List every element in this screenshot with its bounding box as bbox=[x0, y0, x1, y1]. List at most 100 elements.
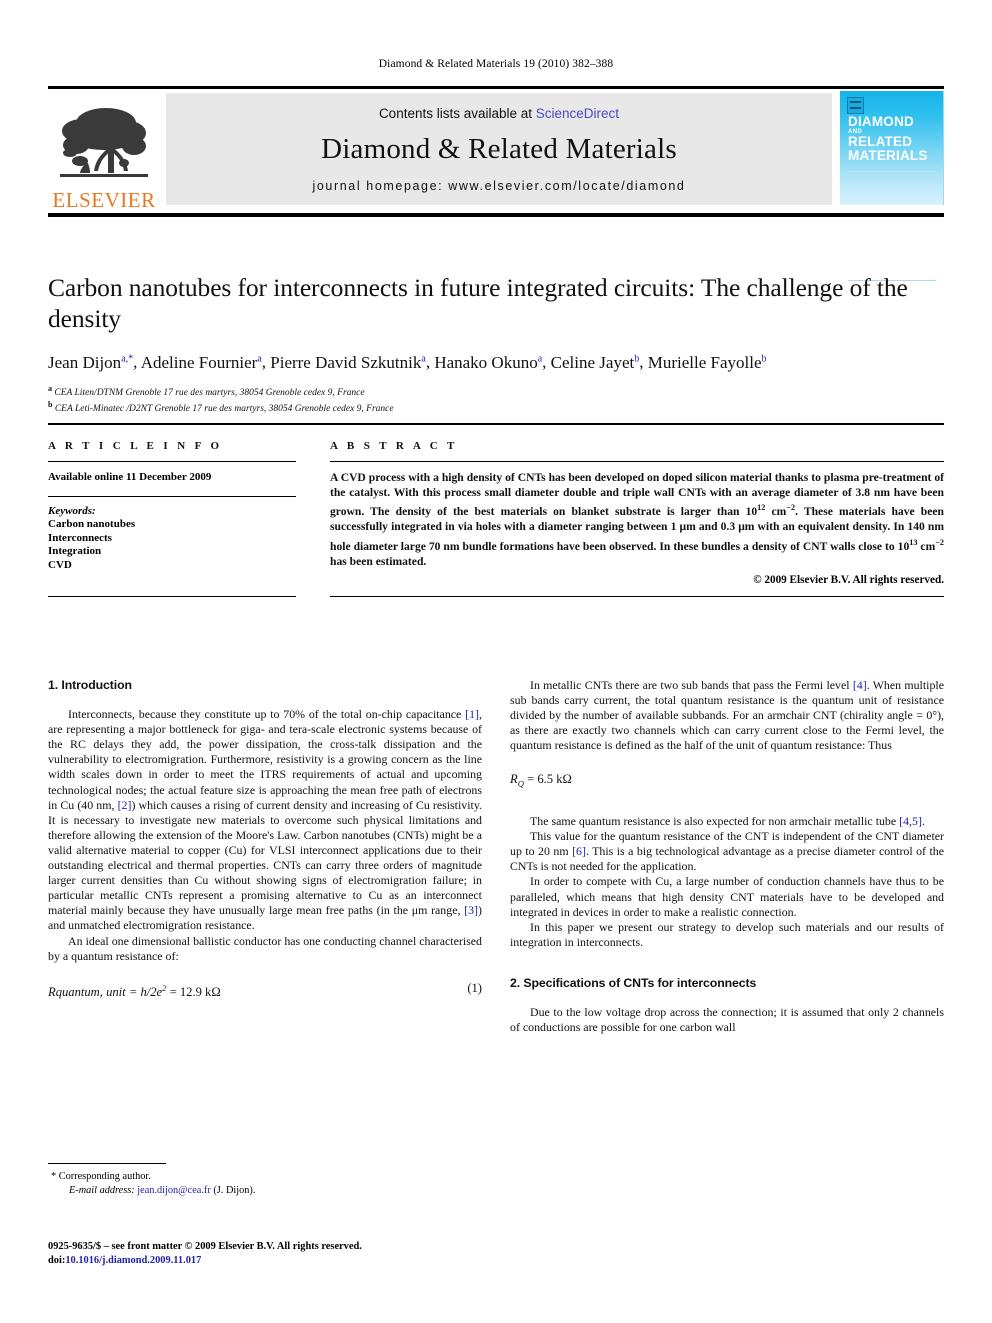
abstract-copyright: © 2009 Elsevier B.V. All rights reserved… bbox=[753, 573, 944, 586]
issn-line: 0925-9635/$ – see front matter © 2009 El… bbox=[48, 1241, 362, 1252]
paragraph-text: , are representing a major bottleneck fo… bbox=[48, 707, 482, 812]
cover-title: DIAMOND AND RELATED MATERIALS bbox=[848, 113, 928, 163]
journal-masthead: ELSEVIER Contents lists available at Sci… bbox=[48, 86, 944, 281]
affiliation-item: a CEA Liten/DTNM Grenoble 17 rue des mar… bbox=[48, 383, 944, 400]
cover-divider-top bbox=[848, 170, 936, 172]
article-info-heading: A R T I C L E I N F O bbox=[48, 440, 223, 452]
paragraph: Due to the low voltage drop across the c… bbox=[510, 1005, 944, 1035]
keywords-divider bbox=[48, 496, 296, 497]
elsevier-tree-icon bbox=[60, 107, 148, 177]
affiliation-text: CEA Leti-Minatec /D2NT Grenoble 17 rue d… bbox=[54, 404, 394, 415]
article-info-bottom-rule bbox=[48, 596, 296, 597]
paragraph-text: ) which causes a rising of current densi… bbox=[48, 797, 482, 918]
paragraph: An ideal one dimensional ballistic condu… bbox=[48, 933, 482, 963]
citation-ref[interactable]: [4,5] bbox=[899, 814, 922, 828]
paragraph: This value for the quantum resistance of… bbox=[510, 829, 944, 874]
affiliation-item: b CEA Leti-Minatec /D2NT Grenoble 17 rue… bbox=[48, 399, 944, 416]
equation-2: RQ = 6.5 kΩ bbox=[510, 772, 944, 792]
email-link[interactable]: jean.dijon@cea.fr bbox=[137, 1185, 211, 1196]
abstract-text: A CVD process with a high density of CNT… bbox=[330, 470, 944, 569]
footnote-block: * Corresponding author. E-mail address: … bbox=[48, 1163, 482, 1197]
abstract-heading: A B S T R A C T bbox=[330, 440, 458, 452]
equation-1: Rquantum, unit = h/2e2 = 12.9 kΩ (1) bbox=[48, 981, 482, 1000]
abstract-divider bbox=[330, 461, 944, 462]
elsevier-logo: ELSEVIER bbox=[48, 89, 160, 211]
section-heading-specifications: 2. Specifications of CNTs for interconne… bbox=[510, 975, 757, 990]
contents-available-line: Contents lists available at ScienceDirec… bbox=[379, 106, 619, 121]
footnote-rule bbox=[48, 1163, 166, 1164]
page-title: Carbon nanotubes for interconnects in fu… bbox=[48, 273, 908, 333]
journal-title: Diamond & Related Materials bbox=[321, 133, 677, 165]
section-heading-introduction: 1. Introduction bbox=[48, 678, 132, 692]
paragraph-text: Interconnects, because they constitute u… bbox=[68, 707, 466, 722]
affiliation-mark: b bbox=[48, 400, 53, 410]
article-page: Diamond & Related Materials 19 (2010) 38… bbox=[0, 0, 992, 1323]
affiliations: a CEA Liten/DTNM Grenoble 17 rue des mar… bbox=[48, 383, 944, 416]
elsevier-wordmark: ELSEVIER bbox=[52, 187, 156, 212]
info-top-rule bbox=[48, 423, 944, 425]
paragraph: Interconnects, because they constitute u… bbox=[48, 707, 482, 933]
abstract-density-2: 1013 cm−2 bbox=[897, 537, 945, 553]
running-head: Diamond & Related Materials 19 (2010) 38… bbox=[378, 58, 614, 70]
title-block: Carbon nanotubes for interconnects in fu… bbox=[48, 272, 944, 416]
body-column-left: 1. Introduction Interconnects, because t… bbox=[48, 678, 482, 1017]
equation-lhs: R bbox=[510, 772, 518, 787]
journal-cover-thumbnail: DIAMOND AND RELATED MATERIALS bbox=[840, 90, 944, 281]
keywords-label: Keywords: bbox=[48, 505, 96, 517]
author-name: Hanako Okuno bbox=[434, 352, 538, 372]
citation-ref[interactable]: [6] bbox=[572, 844, 586, 858]
doi-label: doi: bbox=[48, 1254, 66, 1266]
cover-line-3: RELATED bbox=[848, 133, 913, 149]
corresponding-author-note: * Corresponding author. bbox=[51, 1171, 151, 1182]
author-item: Pierre David Szkutnika bbox=[270, 353, 426, 372]
abstract-part-3: has been estimated. bbox=[330, 554, 427, 568]
author-name: Murielle Fayolle bbox=[647, 352, 762, 372]
author-name: Jean Dijon bbox=[48, 352, 122, 372]
email-label: E-mail address: bbox=[69, 1184, 138, 1196]
author-item: Murielle Fayolleb bbox=[648, 353, 767, 372]
keyword-item: Interconnects bbox=[48, 531, 112, 544]
author-marks: a bbox=[537, 353, 543, 364]
paragraph-text: The same quantum resistance is also expe… bbox=[530, 814, 900, 829]
author-item: Hanako Okunoa bbox=[434, 353, 542, 372]
paragraph-text: In metallic CNTs there are two sub bands… bbox=[530, 678, 853, 692]
cover-line-1: DIAMOND bbox=[848, 113, 914, 129]
author-marks: b bbox=[634, 353, 640, 364]
cover-line-4: MATERIALS bbox=[848, 147, 928, 163]
sciencedirect-link[interactable]: ScienceDirect bbox=[536, 106, 619, 121]
body-column-right: In metallic CNTs there are two sub bands… bbox=[510, 678, 944, 1035]
abstract-density-1: 1012 cm−2 bbox=[745, 503, 796, 519]
sciencedirect-band: Contents lists available at ScienceDirec… bbox=[166, 92, 832, 205]
citation-ref[interactable]: [3] bbox=[464, 903, 478, 917]
equation-number: (1) bbox=[467, 980, 482, 995]
author-item: Jean Dijona,* bbox=[48, 353, 133, 372]
author-item: Celine Jayetb bbox=[551, 353, 640, 372]
abstract-bottom-rule bbox=[330, 596, 944, 597]
author-name: Adeline Fournier bbox=[140, 352, 258, 372]
citation-ref[interactable]: [4] bbox=[853, 678, 867, 692]
equation-mid: = h/2e bbox=[125, 984, 163, 999]
citation-ref[interactable]: [2] bbox=[118, 798, 132, 812]
author-marks: a bbox=[257, 353, 262, 364]
doi-line: doi:10.1016/j.diamond.2009.11.017 bbox=[48, 1254, 488, 1268]
affiliation-text: CEA Liten/DTNM Grenoble 17 rue des marty… bbox=[54, 387, 365, 398]
keyword-item: Carbon nanotubes bbox=[48, 518, 136, 530]
journal-homepage[interactable]: journal homepage: www.elsevier.com/locat… bbox=[312, 179, 685, 193]
email-note: E-mail address: jean.dijon@cea.fr (J. Di… bbox=[48, 1184, 482, 1198]
paragraph: In order to compete with Cu, a large num… bbox=[510, 874, 944, 919]
author-name: Celine Jayet bbox=[550, 352, 635, 372]
article-info-block: A R T I C L E I N F O Available online 1… bbox=[48, 440, 296, 572]
paragraph: The same quantum resistance is also expe… bbox=[510, 814, 944, 829]
affiliation-mark: a bbox=[48, 383, 52, 393]
author-marks: a bbox=[421, 353, 426, 364]
keyword-item: CVD bbox=[48, 558, 72, 571]
abstract-block: A B S T R A C T A CVD process with a hig… bbox=[330, 440, 944, 586]
doi-link[interactable]: 10.1016/j.diamond.2009.11.017 bbox=[65, 1255, 201, 1266]
author-name: Pierre David Szkutnik bbox=[270, 352, 422, 372]
citation-ref[interactable]: [1] bbox=[465, 707, 479, 721]
paragraph: In this paper we present our strategy to… bbox=[510, 919, 944, 949]
article-info-divider bbox=[48, 461, 296, 462]
author-marks: b bbox=[761, 353, 767, 364]
imprint-block: 0925-9635/$ – see front matter © 2009 El… bbox=[48, 1240, 488, 1267]
email-suffix: (J. Dijon). bbox=[210, 1184, 256, 1196]
